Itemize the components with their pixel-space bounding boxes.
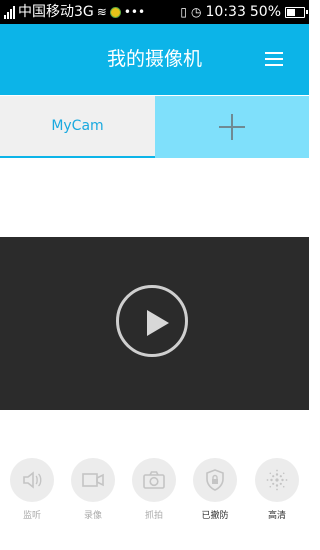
listen-button[interactable]: 监听	[9, 458, 55, 521]
play-icon	[147, 310, 169, 336]
add-camera-button[interactable]	[155, 96, 309, 158]
listen-label: 监听	[22, 511, 41, 521]
speaker-icon	[23, 471, 42, 489]
record-button[interactable]: 录像	[70, 458, 116, 521]
more-notifications-icon: •••	[123, 5, 146, 19]
record-label: 录像	[83, 511, 102, 521]
signal-icon	[4, 5, 15, 19]
control-bar: 监听 录像 抓拍 已撤防 高清	[0, 458, 309, 528]
hd-dots-icon	[266, 469, 288, 491]
menu-icon[interactable]	[265, 52, 283, 66]
disarm-label: 已撤防	[201, 511, 229, 521]
hd-button[interactable]: 高清	[254, 458, 300, 521]
wifi-icon: ≋	[96, 5, 107, 19]
clock: 10:33	[205, 4, 246, 20]
shield-lock-icon	[206, 469, 224, 491]
vibrate-icon: ▯	[180, 5, 188, 19]
plus-icon	[219, 114, 245, 140]
snapshot-button[interactable]: 抓拍	[131, 458, 177, 521]
alarm-icon: ◷	[191, 5, 202, 19]
camera-icon	[143, 471, 165, 489]
play-button[interactable]	[116, 285, 188, 357]
camera-tabs: MyCam	[0, 96, 309, 158]
video-camera-icon	[82, 473, 104, 487]
carrier-label: 中国移动3G	[18, 4, 94, 20]
status-bar: 中国移动3G ≋ ••• ▯ ◷ 10:33 50%	[0, 0, 309, 24]
app-notification-icon	[109, 6, 121, 18]
disarm-button[interactable]: 已撤防	[192, 458, 238, 521]
hd-label: 高清	[267, 511, 286, 521]
snapshot-label: 抓拍	[144, 511, 163, 521]
video-player[interactable]	[0, 237, 309, 410]
battery-percent: 50%	[249, 4, 281, 20]
page-title: 我的摄像机	[106, 48, 202, 70]
app-header: 我的摄像机	[0, 24, 309, 95]
battery-icon	[285, 6, 308, 18]
tab-mycam[interactable]: MyCam	[0, 96, 155, 158]
